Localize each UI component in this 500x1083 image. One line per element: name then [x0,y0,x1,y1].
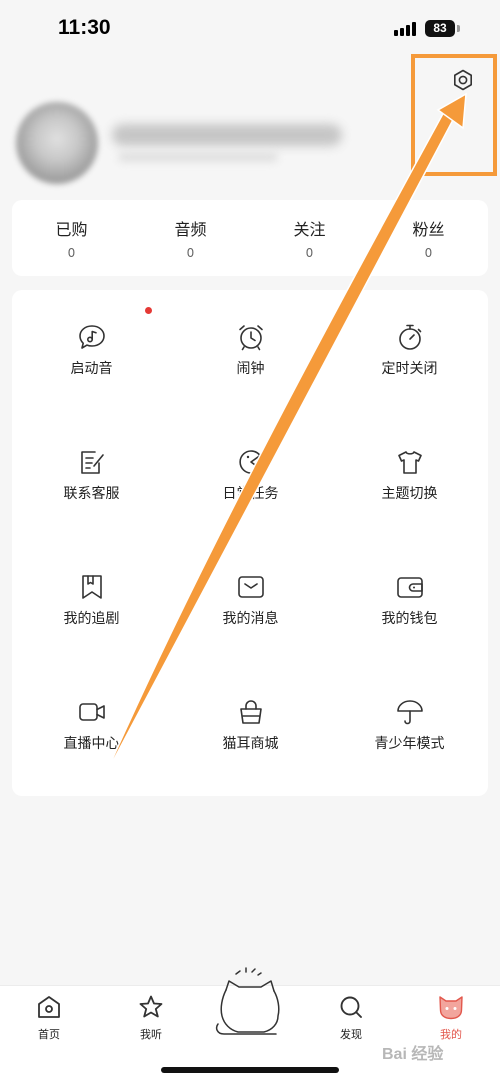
cat-face-icon [439,996,463,1020]
grid-label: 青少年模式 [374,736,445,752]
stat-value: 0 [186,246,195,260]
grid-item-maoer-mall[interactable]: 猫耳商城 [171,665,330,775]
stats-card: 已购 0 音频 0 关注 0 粉丝 0 [12,200,488,276]
home-icon [38,996,60,1018]
stat-fans[interactable]: 粉丝 0 [369,200,488,276]
stat-label: 关注 [293,220,326,239]
cat-mascot-icon[interactable] [212,966,288,1038]
home-indicator [161,1067,339,1073]
nav-listen-label: 我听 [140,1028,162,1041]
stat-label: 音频 [174,220,207,239]
grid-item-theme-switch[interactable]: 主题切换 [330,415,489,525]
star-icon [139,995,163,1018]
stat-following[interactable]: 关注 0 [250,200,369,276]
grid-label: 猫耳商城 [222,736,279,752]
message-box-icon [237,576,264,598]
nav-home[interactable]: 首页 [14,994,84,1042]
grid-label: 联系客服 [63,486,120,502]
stat-audio[interactable]: 音频 0 [131,200,250,276]
shopping-bag-icon [239,700,262,724]
grid-label: 定时关闭 [381,361,438,377]
grid-item-customer-service[interactable]: 联系客服 [12,415,171,525]
user-subtitle-blurred [118,152,278,162]
stat-value: 0 [424,246,433,260]
stat-value: 0 [305,246,314,260]
feature-grid: 启动音 闹钟 定时关闭 联系客服 日常任务 主题切换 我的追剧 我的消息 我的钱… [12,290,488,796]
pacman-icon [238,450,264,474]
signal-icon [394,22,422,36]
status-time: 11:30 [58,16,111,39]
grid-label: 我的追剧 [63,611,120,627]
watermark: Bai 经验 [382,1046,444,1063]
battery-icon: 83 [425,20,455,37]
nav-home-label: 首页 [38,1028,60,1041]
wallet-icon [396,577,423,598]
grid-item-sleep-timer[interactable]: 定时关闭 [330,290,489,400]
edit-note-icon [80,451,104,474]
grid-item-my-messages[interactable]: 我的消息 [171,540,330,650]
grid-label: 我的钱包 [381,611,438,627]
grid-label: 启动音 [70,361,113,377]
stopwatch-icon [398,324,421,350]
grid-label: 主题切换 [381,486,438,502]
video-camera-icon [78,703,105,721]
grid-item-teen-mode[interactable]: 青少年模式 [330,665,489,775]
status-bar: 11:30 83 [0,0,500,60]
bookmark-icon [81,575,102,599]
username-blurred[interactable] [112,124,342,146]
stat-label: 已购 [55,220,88,239]
nav-discover-label: 发现 [340,1028,362,1041]
notification-dot [145,307,152,314]
grid-item-live-center[interactable]: 直播中心 [12,665,171,775]
stat-purchased[interactable]: 已购 0 [12,200,131,276]
grid-item-daily-tasks[interactable]: 日常任务 [171,415,330,525]
nav-mine[interactable]: 我的 [416,994,486,1042]
search-icon [340,996,362,1018]
stat-value: 0 [67,246,76,260]
nav-listen[interactable]: 我听 [116,994,186,1042]
annotation-highlight-box [411,54,497,176]
grid-item-my-wallet[interactable]: 我的钱包 [330,540,489,650]
battery-tip [457,25,460,32]
grid-item-alarm[interactable]: 闹钟 [171,290,330,400]
grid-label: 日常任务 [222,486,279,502]
stat-label: 粉丝 [412,220,445,239]
grid-label: 闹钟 [236,361,265,377]
tshirt-icon [397,451,422,474]
grid-label: 我的消息 [222,611,279,627]
music-bubble-icon [78,325,105,349]
alarm-clock-icon [238,325,263,351]
grid-item-my-drama[interactable]: 我的追剧 [12,540,171,650]
umbrella-icon [396,700,423,725]
avatar[interactable] [16,102,98,184]
nav-discover[interactable]: 发现 [316,994,386,1042]
grid-label: 直播中心 [63,736,120,752]
